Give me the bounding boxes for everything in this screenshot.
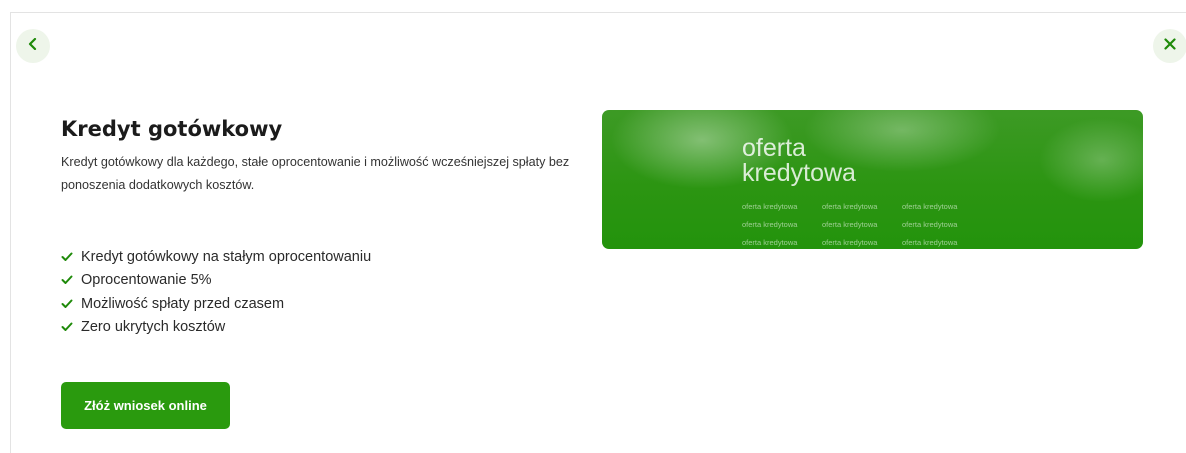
close-button[interactable] bbox=[1153, 29, 1186, 63]
banner-small-text: oferta kredytowa bbox=[902, 220, 958, 229]
offer-banner-image: oferta kredytowa oferta kredytowa oferta … bbox=[602, 110, 1143, 249]
banner-small-text: oferta kredytowa bbox=[902, 238, 958, 247]
back-button[interactable] bbox=[16, 29, 50, 63]
banner-heading: oferta kredytowa bbox=[742, 136, 856, 186]
feature-list: Kredyt gotówkowy na stałym oprocentowani… bbox=[61, 245, 371, 339]
feature-item: Kredyt gotówkowy na stałym oprocentowani… bbox=[61, 245, 371, 269]
feature-text: Zero ukrytych kosztów bbox=[81, 319, 226, 336]
offer-title: Kredyt gotówkowy bbox=[61, 117, 283, 141]
check-icon bbox=[61, 252, 73, 262]
check-icon bbox=[61, 322, 73, 332]
banner-repeated-text: oferta kredytowa oferta kredytowa oferta k… bbox=[742, 196, 1002, 249]
feature-text: Kredyt gotówkowy na stałym oprocentowani… bbox=[81, 248, 372, 265]
check-icon bbox=[61, 299, 73, 309]
feature-item: Możliwość spłaty przed czasem bbox=[61, 292, 371, 316]
chevron-left-icon bbox=[28, 37, 38, 55]
apply-online-button[interactable]: Złóż wniosek online bbox=[61, 382, 230, 429]
feature-item: Oprocentowanie 5% bbox=[61, 269, 371, 293]
offer-description: Kredyt gotówkowy dla każdego, stałe opro… bbox=[61, 155, 570, 192]
banner-small-text: oferta kredytowa bbox=[902, 202, 958, 211]
feature-text: Oprocentowanie 5% bbox=[81, 272, 212, 289]
banner-small-text: oferta kredytowa bbox=[742, 238, 798, 247]
close-icon bbox=[1164, 37, 1176, 55]
banner-small-text: oferta kredytowa bbox=[822, 202, 878, 211]
banner-small-text: oferta kredytowa bbox=[742, 220, 798, 229]
banner-line1: oferta bbox=[742, 134, 806, 162]
feature-item: Zero ukrytych kosztów bbox=[61, 316, 371, 340]
banner-small-text: oferta kredytowa bbox=[822, 238, 878, 247]
check-icon bbox=[61, 275, 73, 285]
banner-small-text: oferta kredytowa bbox=[742, 202, 798, 211]
banner-small-text: oferta kredytowa bbox=[822, 220, 878, 229]
feature-text: Możliwość spłaty przed czasem bbox=[81, 295, 285, 312]
banner-line2: kredytowa bbox=[742, 159, 856, 187]
